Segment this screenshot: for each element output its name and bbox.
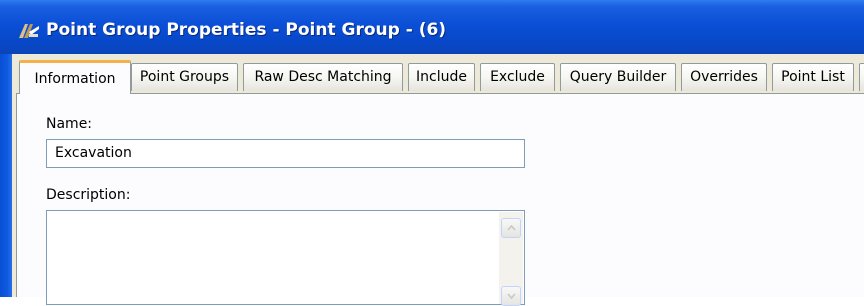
tab-raw-desc-matching[interactable]: Raw Desc Matching <box>243 63 403 91</box>
civil3d-app-icon[interactable] <box>18 22 40 40</box>
tab-include[interactable]: Include <box>408 63 475 91</box>
tab-information[interactable]: Information <box>19 60 131 94</box>
tab-exclude[interactable]: Exclude <box>480 63 555 91</box>
tab-strip: Information Point Groups Raw Desc Matchi… <box>12 60 864 94</box>
description-scrollbar[interactable] <box>499 212 523 306</box>
description-textarea[interactable] <box>46 210 525 306</box>
tab-overrides[interactable]: Overrides <box>681 63 767 91</box>
window-title: Point Group Properties - Point Group - (… <box>46 20 447 40</box>
name-label: Name: <box>46 116 93 132</box>
title-bar[interactable]: Point Group Properties - Point Group - (… <box>0 0 864 54</box>
tab-point-groups[interactable]: Point Groups <box>131 63 238 91</box>
tab-overflow[interactable] <box>859 63 864 91</box>
window-frame-left <box>0 54 12 297</box>
name-input[interactable]: Excavation <box>46 139 525 168</box>
tab-point-list[interactable]: Point List <box>772 63 854 91</box>
description-label: Description: <box>46 187 131 203</box>
scroll-down-arrow-icon[interactable] <box>501 286 521 306</box>
point-group-properties-window: Point Group Properties - Point Group - (… <box>0 0 864 306</box>
tab-query-builder[interactable]: Query Builder <box>560 63 676 91</box>
scroll-up-arrow-icon[interactable] <box>501 218 521 238</box>
